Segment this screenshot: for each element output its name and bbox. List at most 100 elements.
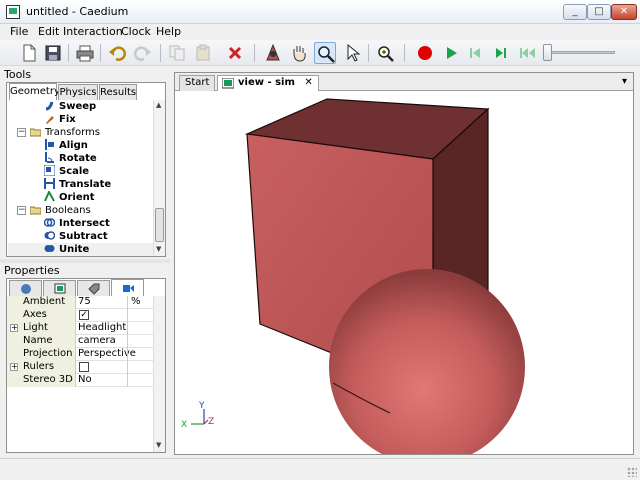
menu-interaction[interactable]: Interaction — [63, 25, 123, 38]
tab-view-sim[interactable]: view - sim ✕ — [217, 75, 319, 92]
step-forward-icon[interactable] — [490, 42, 512, 64]
zoom-icon[interactable] — [314, 42, 336, 64]
properties-scrollbar[interactable]: ▼ — [153, 296, 165, 452]
tools-scrollbar[interactable]: ▲ ▼ — [153, 100, 165, 256]
copy-icon[interactable] — [166, 42, 188, 64]
save-icon[interactable] — [42, 42, 64, 64]
sphere-icon — [21, 284, 31, 294]
menu-file[interactable]: File — [10, 25, 28, 38]
orbit-icon[interactable] — [262, 42, 284, 64]
unite-icon — [44, 243, 55, 254]
sphere-tab[interactable] — [9, 280, 42, 296]
resize-grip-icon[interactable] — [627, 467, 637, 477]
intersect-icon — [43, 217, 56, 228]
redo-icon[interactable] — [132, 42, 154, 64]
z-axis-label: Z — [208, 417, 214, 427]
time-slider-track — [545, 51, 615, 54]
tools-scroll-thumb[interactable] — [155, 208, 164, 242]
menu-help[interactable]: Help — [156, 25, 181, 38]
tree-item-intersect[interactable]: Intersect — [43, 217, 110, 230]
tools-panel: Geometry Physics Results Sweep Fix − Tra… — [6, 82, 166, 257]
viewport-panel: Start view - sim ✕ ▾ Y X Z — [174, 72, 634, 465]
maximize-button[interactable]: □ — [587, 4, 611, 20]
rulers-expand-toggle[interactable]: + — [10, 363, 18, 371]
booleans-collapse-toggle[interactable]: − — [17, 206, 26, 215]
menu-clock[interactable]: Clock — [121, 25, 151, 38]
tag-tab[interactable] — [77, 280, 110, 296]
tab-list-dropdown-icon[interactable]: ▾ — [622, 76, 627, 87]
properties-panel: Ambient 75% Axes ✓ + Light Headlight Name cam… — [6, 278, 166, 453]
scale-icon — [43, 164, 56, 177]
scroll-up-arrow-icon[interactable]: ▲ — [156, 101, 161, 109]
panel-splitter[interactable] — [0, 259, 170, 263]
close-button[interactable]: ✕ — [611, 4, 637, 20]
tree-item-fix[interactable]: Fix — [44, 113, 76, 126]
camera-tab[interactable] — [111, 279, 144, 296]
tree-item-translate[interactable]: Translate — [44, 178, 111, 191]
property-row-ambient[interactable]: Ambient 75% — [7, 296, 153, 309]
light-expand-toggle[interactable]: + — [10, 324, 18, 332]
close-tab-icon[interactable]: ✕ — [304, 77, 312, 88]
display-tab[interactable] — [43, 280, 76, 296]
property-row-stereo-3d[interactable]: Stereo 3D No — [7, 374, 153, 387]
tools-panel-title: Tools — [4, 68, 32, 81]
property-row-light[interactable]: + Light Headlight — [7, 322, 153, 335]
orient-icon — [44, 189, 55, 202]
rotate-icon — [44, 152, 55, 163]
tree-item-unite[interactable]: Unite — [8, 243, 154, 256]
record-icon[interactable] — [414, 42, 436, 64]
menu-bar: File Edit Interaction Clock Help — [0, 24, 640, 40]
window-title: untitled - Caedium — [26, 5, 129, 18]
y-axis-label: Y — [198, 401, 205, 411]
tool-tree: Sweep Fix − Transforms Align Rotate Scal… — [8, 100, 154, 256]
step-back-icon[interactable] — [464, 42, 486, 64]
minimize-button[interactable]: _ — [563, 4, 587, 20]
3d-viewport-canvas[interactable]: Y X Z — [175, 91, 633, 465]
rewind-icon[interactable] — [516, 42, 538, 64]
view-tab-strip: Start view - sim ✕ ▾ — [175, 73, 633, 92]
property-row-name[interactable]: Name camera — [7, 335, 153, 348]
tree-item-align[interactable]: Align — [44, 139, 88, 152]
property-row-axes[interactable]: Axes ✓ — [7, 309, 153, 322]
display-icon — [54, 283, 66, 294]
transforms-collapse-toggle[interactable]: − — [17, 128, 26, 137]
pan-icon[interactable] — [288, 42, 310, 64]
tag-icon — [88, 283, 100, 295]
undo-icon[interactable] — [106, 42, 128, 64]
tree-folder-transforms[interactable]: Transforms — [29, 126, 100, 139]
paste-icon[interactable] — [192, 42, 214, 64]
axes-checkbox[interactable]: ✓ — [79, 310, 89, 320]
tree-item-orient[interactable]: Orient — [44, 189, 95, 204]
folder-icon — [29, 204, 42, 215]
print-icon[interactable] — [74, 42, 96, 64]
tab-geometry[interactable]: Geometry — [9, 83, 60, 100]
subtract-icon — [44, 230, 56, 241]
tab-physics[interactable]: Physics — [58, 84, 98, 100]
translate-icon — [44, 178, 55, 189]
tab-results[interactable]: Results — [99, 84, 137, 100]
app-icon — [6, 5, 20, 19]
zoom-fit-icon[interactable] — [374, 42, 396, 64]
tree-folder-booleans[interactable]: Booleans — [29, 204, 91, 217]
menu-edit[interactable]: Edit — [38, 25, 59, 38]
tree-item-sweep[interactable]: Sweep — [44, 100, 96, 113]
delete-icon[interactable] — [224, 42, 246, 64]
time-slider-handle[interactable] — [543, 44, 552, 61]
toolbar — [0, 40, 640, 66]
select-icon[interactable] — [342, 42, 364, 64]
scroll-down-arrow-icon[interactable]: ▼ — [156, 245, 161, 253]
play-icon[interactable] — [440, 42, 462, 64]
rulers-checkbox[interactable] — [79, 362, 89, 372]
properties-panel-title: Properties — [4, 264, 60, 277]
tab-start[interactable]: Start — [179, 75, 216, 91]
align-icon — [44, 139, 55, 150]
scroll-down-arrow-icon[interactable]: ▼ — [156, 441, 161, 449]
fix-icon — [44, 113, 55, 124]
property-row-rulers[interactable]: + Rulers — [7, 361, 153, 374]
tree-item-scale[interactable]: Scale — [43, 164, 89, 178]
property-row-projection[interactable]: Projection Perspective — [7, 348, 153, 361]
tree-item-rotate[interactable]: Rotate — [44, 152, 97, 165]
new-file-icon[interactable] — [18, 42, 40, 64]
view-icon — [222, 78, 234, 89]
tree-item-subtract[interactable]: Subtract — [44, 230, 108, 243]
